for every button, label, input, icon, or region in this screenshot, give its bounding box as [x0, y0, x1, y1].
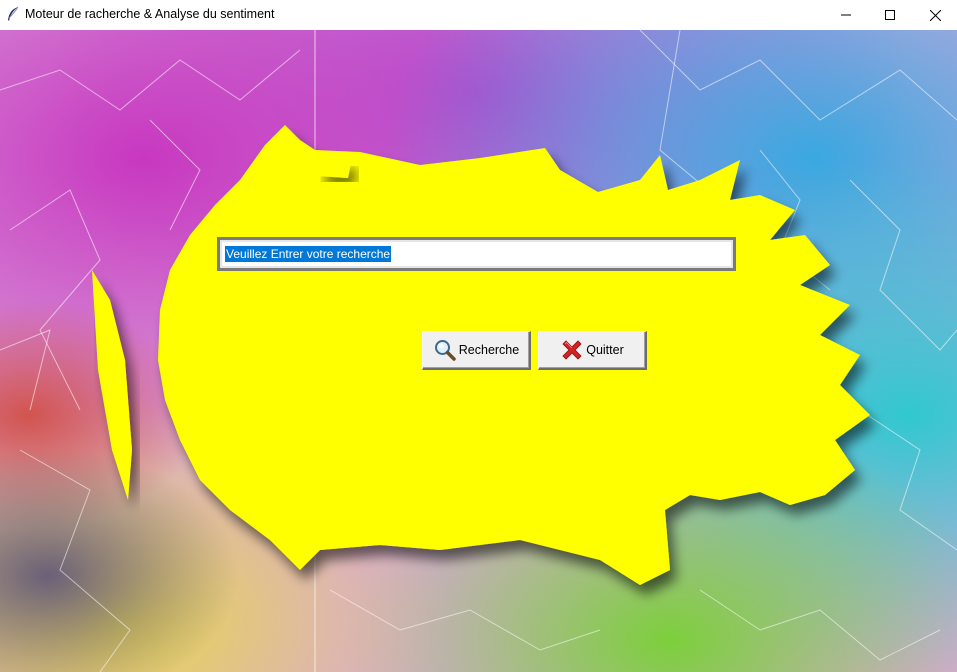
maximize-button[interactable] — [867, 0, 913, 30]
quit-button[interactable]: Quitter — [538, 331, 647, 370]
close-window-button[interactable] — [912, 0, 957, 30]
search-field-inner: Veuillez Entrer votre recherche — [220, 240, 733, 268]
window-title: Moteur de racherche & Analyse du sentime… — [25, 7, 275, 21]
feather-icon — [8, 6, 19, 21]
magnifier-icon — [434, 340, 456, 361]
search-field-frame: Veuillez Entrer votre recherche — [217, 237, 736, 271]
search-input[interactable]: Veuillez Entrer votre recherche — [225, 246, 392, 262]
minimize-icon — [841, 14, 851, 16]
window-titlebar[interactable]: Moteur de racherche & Analyse du sentime… — [0, 0, 957, 30]
search-button-label: Recherche — [458, 343, 520, 357]
maximize-icon — [885, 10, 895, 20]
search-button[interactable]: Recherche — [422, 331, 531, 370]
close-icon — [929, 9, 941, 21]
minimize-button[interactable] — [823, 0, 869, 30]
red-x-icon — [562, 340, 582, 360]
quit-button-label: Quitter — [586, 343, 624, 357]
